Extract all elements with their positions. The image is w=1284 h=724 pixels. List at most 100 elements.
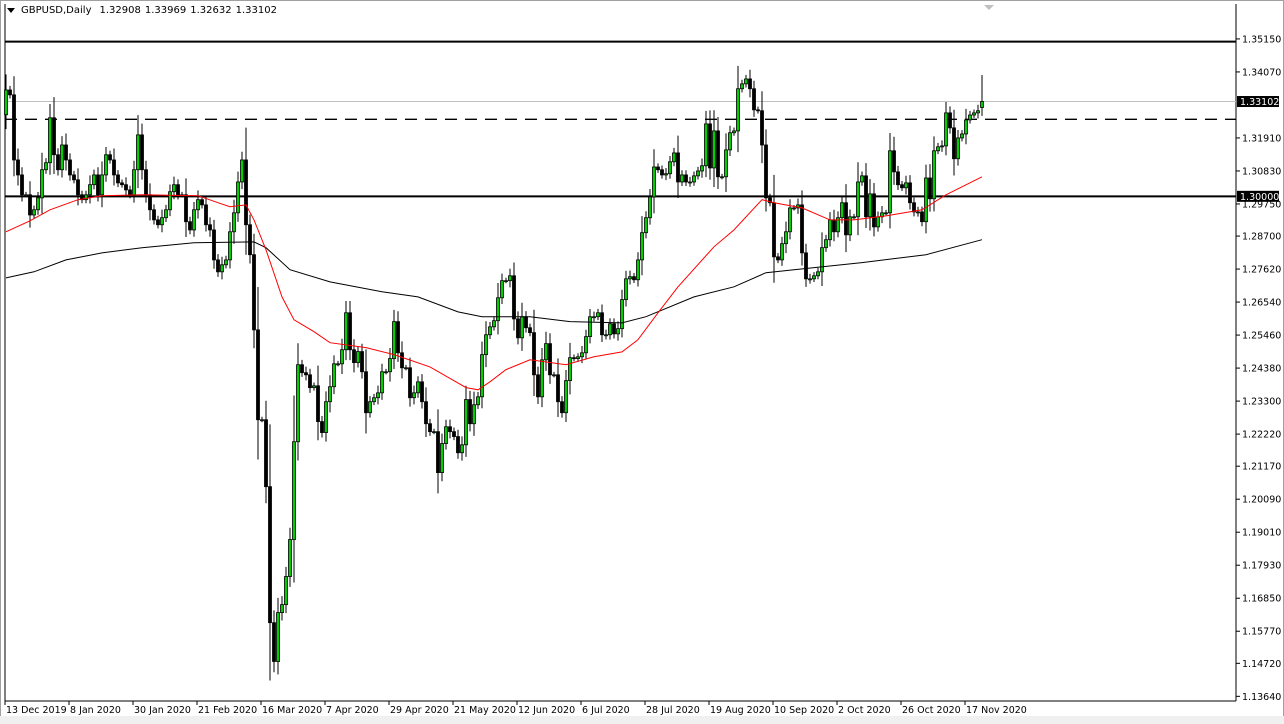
bullish-candle <box>836 211 840 238</box>
candle-body <box>888 150 892 214</box>
bullish-candle <box>668 155 672 179</box>
ohlc-open: 1.32908 <box>99 5 141 16</box>
candle-body <box>284 576 288 606</box>
ohlc-low: 1.32632 <box>190 5 232 16</box>
bearish-candle <box>804 243 808 287</box>
scroll-marker-icon[interactable] <box>984 5 994 10</box>
candle-body <box>820 247 824 273</box>
bullish-candle <box>932 136 936 212</box>
price-chart[interactable]: 1.351501.340701.319101.308301.297501.287… <box>0 0 1284 724</box>
bullish-candle <box>828 212 832 247</box>
candle-body <box>208 224 212 231</box>
bullish-candle <box>904 175 908 195</box>
candle-body <box>904 182 908 189</box>
candle-body <box>592 316 596 319</box>
bullish-candle <box>736 65 740 153</box>
candle-body <box>924 177 928 223</box>
time-tick-label: 10 Sep 2020 <box>774 705 834 716</box>
dropdown-triangle-icon[interactable] <box>7 8 15 13</box>
candle-body <box>560 401 564 414</box>
candle-body <box>368 401 372 414</box>
candle-body <box>540 359 544 398</box>
candle-body <box>616 328 620 335</box>
time-tick-label: 2 Oct 2020 <box>838 705 891 716</box>
bearish-candle <box>600 304 604 342</box>
candle-body <box>824 239 828 249</box>
candle-body <box>472 404 476 425</box>
bullish-candle <box>784 221 788 254</box>
candle-body <box>812 275 816 280</box>
bullish-candle <box>280 596 284 621</box>
candle-body <box>332 363 336 388</box>
time-tick-label: 17 Nov 2020 <box>966 705 1027 716</box>
bearish-candle <box>448 419 452 439</box>
candle-body <box>744 78 748 85</box>
candle-body <box>32 209 36 216</box>
candle-body <box>480 354 484 398</box>
bearish-candle <box>204 197 208 232</box>
bullish-candle <box>608 318 612 340</box>
candle-body <box>488 326 492 336</box>
bearish-candle <box>120 179 124 188</box>
bearish-candle <box>436 409 440 494</box>
candle-body <box>588 316 592 338</box>
bearish-candle <box>468 390 472 432</box>
bullish-candle <box>620 289 624 338</box>
candle-body <box>328 386 332 403</box>
bid-price-label: 1.33102 <box>1240 97 1279 108</box>
candle-body <box>232 212 236 233</box>
bullish-candle <box>680 170 684 187</box>
candle-body <box>236 181 240 214</box>
bullish-candle <box>540 348 544 408</box>
candle-body <box>44 162 48 171</box>
candle-body <box>872 193 876 228</box>
bearish-candle <box>908 175 912 210</box>
candle-body <box>152 209 156 221</box>
bearish-candle <box>900 181 904 191</box>
candle-body <box>652 166 656 198</box>
bullish-candle <box>328 375 332 413</box>
bullish-candle <box>700 158 704 178</box>
candle-body <box>204 204 208 226</box>
candle-body <box>536 374 540 398</box>
price-tick-label: 1.22220 <box>1242 430 1281 441</box>
candle-body <box>92 174 96 186</box>
bearish-candle <box>408 357 412 407</box>
symbol-timeframe: GBPUSD,Daily <box>21 5 92 16</box>
candle-body <box>188 221 192 231</box>
time-tick-label: 29 Apr 2020 <box>390 705 449 716</box>
candle-body <box>792 207 796 210</box>
bearish-candle <box>256 287 260 460</box>
bullish-candle <box>672 147 676 167</box>
price-tick-label: 1.17930 <box>1242 561 1281 572</box>
candle-body <box>212 229 216 261</box>
bullish-candle <box>956 130 960 166</box>
candle-body <box>632 276 636 281</box>
candle-body <box>724 149 728 178</box>
candle-body <box>136 134 140 171</box>
bullish-candle <box>648 189 652 225</box>
bullish-candle <box>260 416 264 423</box>
candle-body <box>308 374 312 389</box>
candle-body <box>524 316 528 329</box>
candle-body <box>732 130 736 134</box>
bullish-candle <box>652 149 656 214</box>
candle-body <box>148 194 152 211</box>
candle-body <box>400 352 404 369</box>
candle-body <box>496 297 500 322</box>
candle-body <box>920 211 924 223</box>
candle-body <box>396 321 400 354</box>
bullish-candle <box>380 363 384 400</box>
bullish-candle <box>644 211 648 239</box>
candle-body <box>300 364 304 374</box>
bullish-candle <box>504 277 508 284</box>
bullish-candle <box>860 171 864 186</box>
candle-body <box>324 401 328 433</box>
candle-body <box>476 396 480 406</box>
bullish-candle <box>472 391 476 436</box>
bullish-candle <box>728 125 732 157</box>
bullish-candle <box>520 302 524 351</box>
time-tick-label: 8 Jan 2020 <box>70 705 121 716</box>
candle-body <box>680 174 684 183</box>
bearish-candle <box>212 219 216 269</box>
